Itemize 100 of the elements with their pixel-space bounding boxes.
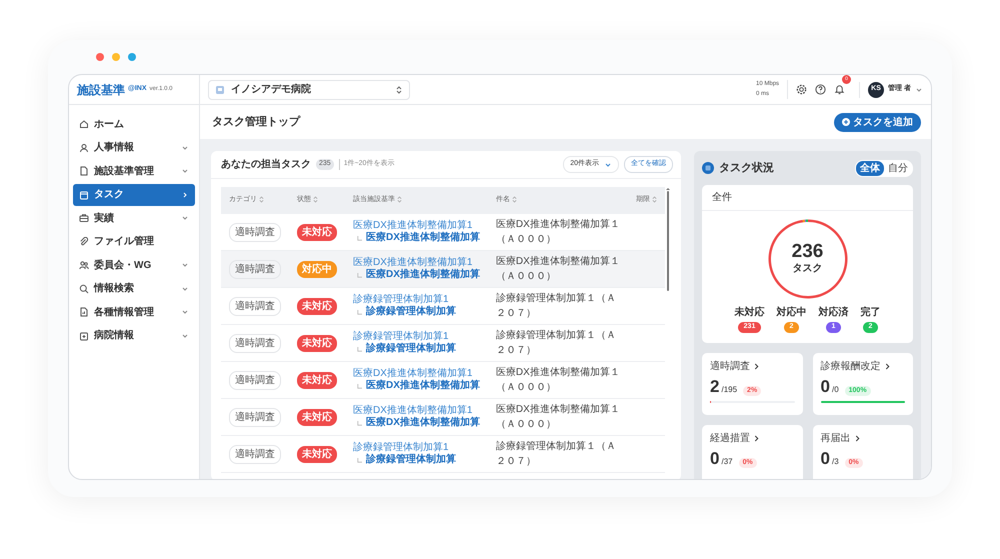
table-row[interactable]: 適時調査 未対応 診療録管理体制加算1 診療録管理体制加算 診療録管理体制加算１（Ａ２０７）	[221, 288, 665, 324]
status-badge: 未対応	[297, 334, 337, 352]
standard-link[interactable]: 診療録管理体制加算	[366, 343, 456, 355]
branch-icon	[357, 346, 362, 352]
total-count: /3	[832, 456, 839, 468]
table-row[interactable]: 適時調査 未対応 医療DX推進体制整備加算1 医療DX推進体制整備加算 医療DX推進体制整備加算１（Ａ０００）	[221, 362, 665, 398]
page-title: タスク管理トップ	[212, 114, 300, 130]
standard-link[interactable]: 医療DX推進体制整備加算1	[353, 220, 480, 232]
sort-icon[interactable]	[396, 196, 402, 203]
standard-link[interactable]: 医療DX推進体制整備加算	[366, 417, 480, 429]
people-icon	[79, 260, 89, 270]
bell-icon[interactable]	[834, 84, 846, 95]
window-dot[interactable]	[128, 53, 136, 61]
paperclip-icon	[79, 236, 89, 246]
add-task-button[interactable]: タスクを追加	[834, 112, 921, 132]
sort-icon[interactable]	[652, 196, 657, 203]
sidebar-item[interactable]: タスク	[73, 184, 195, 206]
subject-text: 診療録管理体制加算１（Ａ２０７）	[496, 441, 616, 467]
table-row[interactable]: 適時調査 対応中 医療DX推進体制整備加算1 医療DX推進体制整備加算 医療DX推進体制整備加算１（Ａ０００）	[221, 250, 665, 288]
standard-link[interactable]: 診療録管理体制加算	[366, 306, 456, 318]
category-tag: 適時調査	[229, 260, 281, 278]
legend-label: 対応中	[776, 305, 806, 320]
chevron-right-icon	[884, 362, 890, 370]
category-label: 診療報酬改定	[820, 360, 880, 374]
status-badge: 未対応	[297, 224, 337, 240]
file-chart-icon	[79, 307, 89, 317]
summary-title: 全件	[702, 185, 913, 211]
legend-label: 対応済	[818, 305, 848, 320]
table-row[interactable]: 適時調査 未対応 診療録管理体制加算1 診療録管理体制加算 診療録管理体制加算１（Ａ２０７）	[221, 324, 665, 362]
standard-link[interactable]: 診療録管理体制加算	[366, 454, 456, 466]
calendar-icon	[79, 190, 89, 200]
building-icon	[215, 84, 225, 94]
sort-icon[interactable]	[312, 196, 318, 203]
chevron-right-icon	[754, 434, 759, 442]
table-row[interactable]: 適時調査 未対応 診療録管理体制加算1 診療録管理体制加算 診療録管理体制加算１（Ａ２０７）	[221, 436, 665, 472]
app-logo: 施設基準	[77, 82, 125, 98]
subject-text: 医療DX推進体制整備加算１（Ａ０００）	[496, 219, 620, 245]
sidebar-item[interactable]: 各種情報管理	[73, 301, 195, 323]
standard-link[interactable]: 医療DX推進体制整備加算1	[353, 405, 480, 417]
chevron-right-icon	[754, 362, 759, 370]
sidebar-item[interactable]: ファイル管理	[73, 230, 195, 252]
document-icon	[79, 166, 89, 176]
chevron-down-icon[interactable]	[915, 86, 923, 94]
standard-link[interactable]: 医療DX推進体制整備加算	[366, 269, 480, 281]
help-icon[interactable]	[815, 84, 826, 95]
status-badge: 未対応	[297, 446, 337, 462]
sort-icon[interactable]	[258, 196, 264, 203]
total-unit: タスク	[792, 262, 822, 276]
sidebar-item[interactable]: 委員会・WG	[73, 254, 195, 276]
total-count: /195	[721, 384, 738, 396]
status-badge: 未対応	[297, 408, 337, 426]
standard-link[interactable]: 診療録管理体制加算1	[353, 294, 480, 306]
status-badge: 未対応	[297, 298, 337, 314]
scroll-up-icon[interactable]	[665, 187, 671, 191]
category-label: 再届出	[820, 432, 850, 446]
total-count: /37	[721, 456, 733, 468]
sort-icon[interactable]	[512, 196, 517, 203]
sidebar-item[interactable]: 病院情報	[73, 324, 195, 346]
subject-text: 医療DX推進体制整備加算１（Ａ０００）	[496, 256, 620, 282]
branch-icon	[357, 272, 362, 278]
status-badge: 未対応	[297, 372, 337, 388]
category-label: 適時調査	[710, 360, 750, 374]
updown-icon	[395, 86, 403, 94]
window-dot[interactable]	[96, 53, 104, 61]
standard-link[interactable]: 医療DX推進体制整備加算	[366, 232, 480, 244]
sidebar-item[interactable]: 施設基準管理	[73, 160, 195, 182]
total-count: 236	[792, 242, 824, 261]
branch-icon	[357, 420, 362, 426]
standard-link[interactable]: 診療録管理体制加算1	[353, 331, 480, 343]
standard-link[interactable]: 医療DX推進体制整備加算1	[353, 257, 480, 269]
branch-icon	[357, 310, 362, 314]
plus-icon	[842, 118, 850, 126]
sidebar-item[interactable]: 実績	[73, 207, 195, 229]
category-tag: 適時調査	[229, 222, 281, 242]
category-tag: 適時調査	[229, 408, 281, 426]
branch-icon	[357, 236, 362, 240]
panel-title: タスク状況	[719, 160, 774, 176]
card-title: あなたの担当タスク	[221, 158, 311, 172]
window-dot[interactable]	[112, 53, 120, 61]
standard-link[interactable]: 診療録管理体制加算1	[353, 442, 480, 454]
category-tag: 適時調査	[229, 444, 281, 464]
table-row[interactable]: 適時調査 未対応 医療DX推進体制整備加算1 医療DX推進体制整備加算 医療DX推進体制整備加算１（Ａ０００）	[221, 398, 665, 436]
done-count: 0	[820, 378, 830, 394]
facility-select[interactable]: イノシアデモ病院	[208, 80, 410, 100]
sidebar-item[interactable]: ホーム	[73, 113, 195, 135]
branch-icon	[357, 458, 362, 462]
legend-label: 未対応	[734, 305, 764, 320]
status-badge: 対応中	[297, 260, 337, 278]
branch-icon	[357, 384, 362, 388]
settings-icon[interactable]	[796, 84, 808, 95]
standard-link[interactable]: 医療DX推進体制整備加算1	[353, 368, 480, 380]
chevron-right-icon	[854, 434, 860, 442]
scope-tab[interactable]: 全体	[856, 160, 884, 176]
subject-text: 診療録管理体制加算１（Ａ２０７）	[496, 330, 616, 356]
sidebar-item[interactable]: 人事情報	[73, 136, 195, 158]
scope-tab[interactable]: 自分	[884, 160, 912, 176]
category-tag: 適時調査	[229, 334, 281, 352]
sidebar-item[interactable]: 情報検索	[73, 278, 195, 300]
home-icon	[79, 119, 89, 129]
standard-link[interactable]: 医療DX推進体制整備加算	[366, 380, 480, 392]
